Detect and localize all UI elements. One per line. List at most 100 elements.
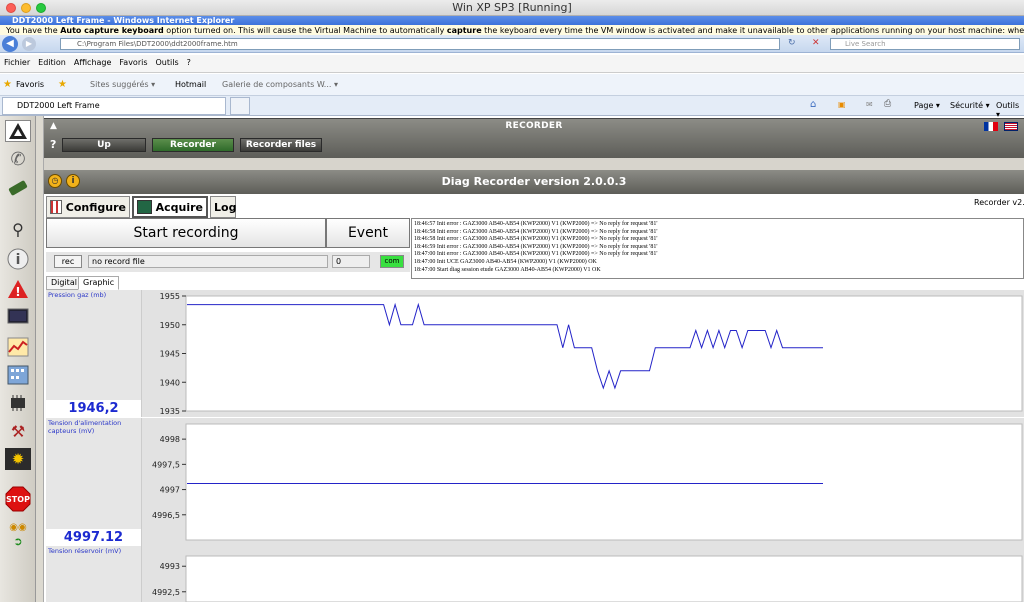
- rec-badge: rec: [54, 255, 82, 268]
- url-text: C:\Program Files\DDT2000\ddt2000frame.ht…: [77, 40, 238, 48]
- tick-label: 1935: [160, 407, 180, 416]
- recorder-title: RECORDER: [505, 121, 563, 131]
- flag-fr-icon[interactable]: [984, 122, 998, 131]
- tab-ddt2000[interactable]: DDT2000 Left Frame: [2, 97, 226, 115]
- chip-icon[interactable]: [5, 392, 31, 414]
- mac-titlebar: Win XP SP3 [Running]: [0, 0, 1024, 16]
- configure-icon: [50, 200, 62, 214]
- feeds-icon[interactable]: ▣: [838, 100, 846, 109]
- tick-label: 1945: [160, 350, 180, 359]
- graph2-svg: 4998 4997,5 4997 4996,5: [152, 423, 1023, 541]
- tools-icon[interactable]: ⚒: [5, 420, 31, 442]
- address-bar: ◀ ▶ C:\Program Files\DDT2000\ddt2000fram…: [0, 35, 1024, 53]
- triangle-logo-icon[interactable]: [5, 120, 31, 142]
- cmd-page[interactable]: Page ▾: [914, 101, 940, 110]
- mail-icon[interactable]: ✉: [866, 100, 873, 109]
- recorder-button[interactable]: Recorder: [152, 138, 234, 152]
- recorder-files-button[interactable]: Recorder files: [240, 138, 322, 152]
- tick-label: 4997,5: [152, 460, 180, 469]
- log-line: 18:47:00 Start diag session etude GAZ300…: [414, 266, 601, 273]
- menu-item[interactable]: ?: [183, 55, 195, 67]
- log-line: 18:46:57 Init error : GAZ3000 AB40-AB54 …: [414, 221, 658, 227]
- event-button[interactable]: Event: [326, 218, 410, 248]
- forward-button[interactable]: ▶: [22, 37, 36, 51]
- binoculars-icon[interactable]: ⚲: [5, 218, 31, 240]
- vm-title: Win XP SP3 [Running]: [452, 1, 572, 14]
- graph2-label: Tension d'alimentation capteurs (mV): [48, 419, 122, 435]
- add-favorite-icon[interactable]: ★: [58, 79, 67, 90]
- usb-icon[interactable]: [5, 176, 31, 198]
- back-arrow-icon[interactable]: ➲: [5, 530, 31, 552]
- fav-link-hotmail[interactable]: Hotmail: [175, 80, 206, 89]
- tab-acquire[interactable]: Acquire: [132, 196, 208, 218]
- new-tab-button[interactable]: [230, 97, 250, 115]
- tick-label: 1950: [160, 321, 180, 330]
- notice-text: option turned on. This will cause the Vi…: [163, 26, 447, 35]
- tick-label: 1940: [160, 378, 180, 387]
- log-line: 18:47:00 Init error : GAZ3000 AB40-AB54 …: [414, 251, 658, 258]
- cmd-security[interactable]: Sécurité ▾: [950, 101, 990, 110]
- warning-icon[interactable]: !: [5, 278, 31, 300]
- home-icon[interactable]: ⌂: [810, 99, 816, 110]
- refresh-icon[interactable]: ↻: [788, 38, 796, 48]
- phone-icon[interactable]: ✆: [5, 148, 31, 170]
- sun-settings-icon[interactable]: ✹: [5, 448, 31, 470]
- fav-link-suggested[interactable]: Sites suggérés ▾: [90, 80, 155, 89]
- menu-item[interactable]: Outils: [152, 55, 183, 67]
- status-row: rec no record file 0 com: [46, 252, 410, 272]
- tick-label: 4998: [160, 435, 180, 444]
- menu-item[interactable]: Edition: [34, 55, 70, 67]
- fav-link-gallery[interactable]: Galerie de composants W... ▾: [222, 80, 338, 89]
- splitter[interactable]: [36, 116, 44, 602]
- start-recording-button[interactable]: Start recording: [46, 218, 326, 248]
- log-line: 18:46:58 Init error : GAZ3000 AB40-AB54 …: [414, 236, 658, 243]
- tick-label: 1955: [160, 292, 180, 301]
- notice-text: You have the: [6, 26, 61, 35]
- record-counter: 0: [332, 255, 370, 268]
- search-placeholder: Live Search: [845, 40, 886, 48]
- flag-uk-icon[interactable]: [1004, 122, 1018, 131]
- log-line: 18:47:00 Init UCE GAZ3000 AB40-AB54 (KWP…: [414, 258, 597, 265]
- cmd-tools[interactable]: Outils ▾: [996, 101, 1024, 119]
- tick-label: 4996,5: [152, 511, 180, 520]
- tab-configure[interactable]: Configure: [46, 196, 130, 218]
- chart-icon[interactable]: [5, 336, 31, 358]
- tick-label: 4992,5: [152, 588, 180, 597]
- grid-icon[interactable]: [5, 364, 31, 386]
- log-box[interactable]: 18:46:57 Init error : GAZ3000 AB40-AB54 …: [411, 218, 1024, 279]
- stop-sign-icon[interactable]: STOP: [5, 486, 31, 512]
- favorites-star-icon: ★: [3, 79, 12, 90]
- subtab-graphic[interactable]: Graphic: [78, 276, 120, 290]
- tab-log[interactable]: Log: [210, 196, 236, 218]
- tab-acquire-label: Acquire: [155, 200, 203, 214]
- menu-item[interactable]: Affichage: [70, 55, 116, 67]
- view-subtabs: Digital Graphic: [46, 274, 146, 290]
- menu-item[interactable]: Fichier: [0, 55, 34, 67]
- favorites-button[interactable]: Favoris: [16, 80, 44, 89]
- com-status-badge: com: [380, 255, 404, 268]
- notice-bold: Auto capture keyboard: [60, 26, 164, 35]
- svg-text:!: !: [15, 285, 20, 299]
- graph3-label: Tension réservoir (mV): [48, 547, 122, 555]
- tab-title: DDT2000 Left Frame: [17, 101, 100, 110]
- tick-label: 4997: [160, 486, 180, 495]
- search-input[interactable]: Live Search: [830, 38, 1020, 50]
- up-button[interactable]: Up: [62, 138, 146, 152]
- notice-text: the keyboard every time the VM window is…: [484, 26, 1024, 35]
- tab-bar: DDT2000 Left Frame ⌂ ▣ ✉ ⎙ Page ▾ Sécuri…: [0, 96, 1024, 119]
- monitor-icon[interactable]: [5, 306, 31, 328]
- subtab-digital[interactable]: Digital: [46, 276, 82, 290]
- tick-label: 4993: [160, 562, 180, 571]
- left-toolbar: ✆ ⚲ i ! ⚒ ✹ STOP ◉◉ ➲: [0, 116, 36, 602]
- record-file-field: no record file: [88, 255, 328, 268]
- back-button[interactable]: ◀: [2, 36, 18, 52]
- svg-text:i: i: [16, 252, 21, 268]
- help-icon[interactable]: ?: [50, 138, 56, 151]
- svg-text:STOP: STOP: [6, 495, 30, 504]
- info-icon[interactable]: i: [5, 248, 31, 270]
- graph3-svg: 4993 4992,5: [152, 555, 1023, 602]
- stop-icon[interactable]: ✕: [812, 38, 820, 48]
- menu-item[interactable]: Favoris: [115, 55, 151, 67]
- print-icon[interactable]: ⎙: [884, 99, 891, 109]
- url-field[interactable]: C:\Program Files\DDT2000\ddt2000frame.ht…: [60, 38, 780, 50]
